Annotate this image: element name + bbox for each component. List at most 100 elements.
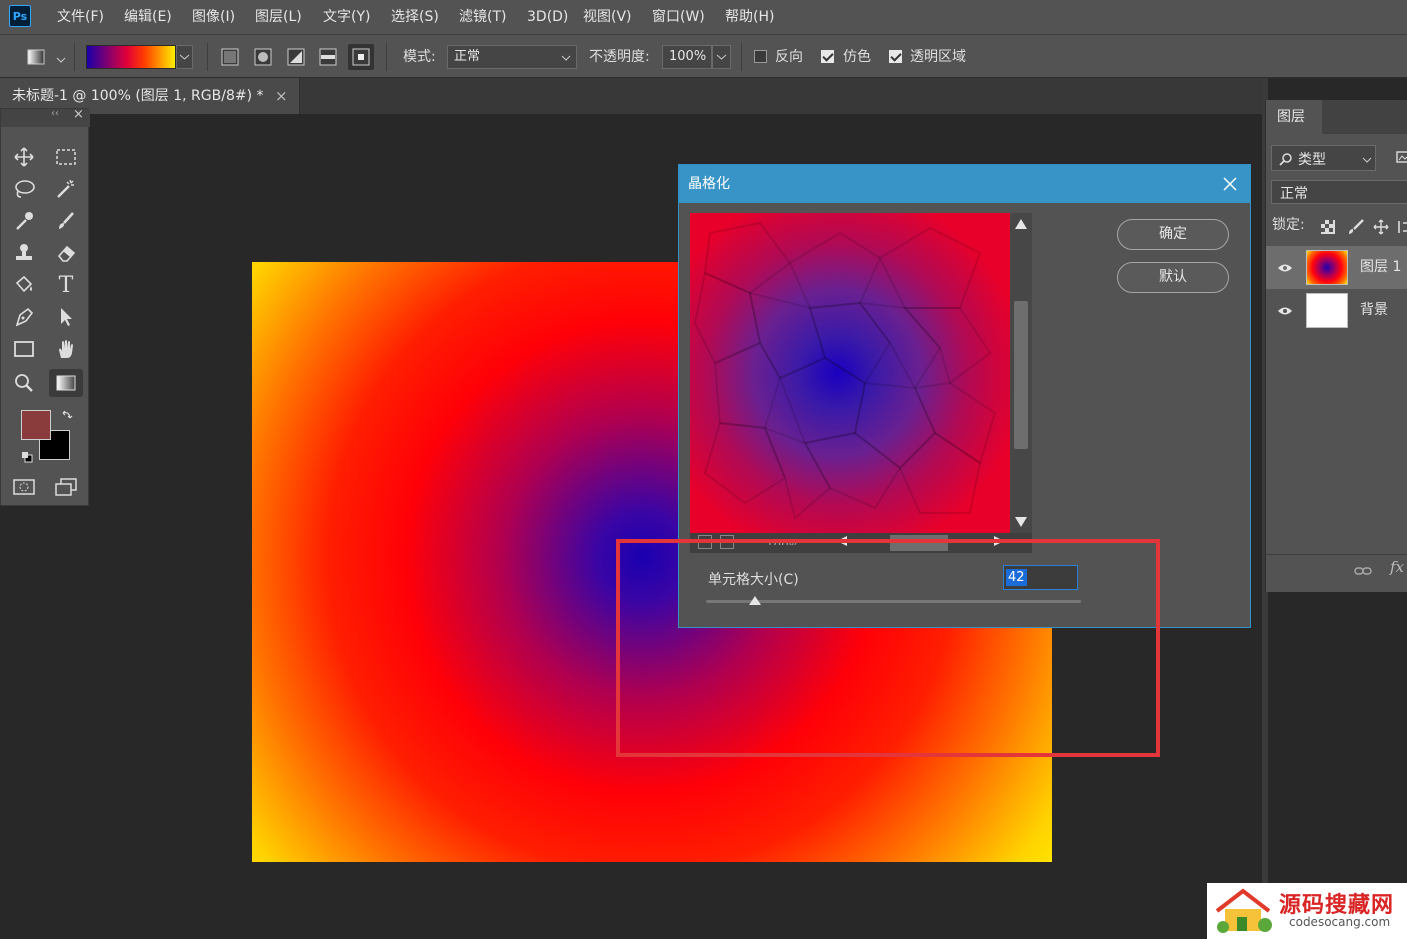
stamp-icon[interactable] <box>7 239 41 267</box>
gradient-dropdown[interactable] <box>176 45 193 69</box>
mode-select[interactable]: 正常 <box>447 45 577 69</box>
gradient-tool-preset-icon[interactable] <box>24 44 50 70</box>
gradient-picker[interactable] <box>86 45 176 69</box>
opacity-dropdown[interactable] <box>712 45 731 69</box>
dialog-titlebar[interactable]: 晶格化 <box>679 165 1250 203</box>
menu-help[interactable]: 帮助(H) <box>725 0 774 34</box>
menu-bar: Ps 文件(F) 编辑(E) 图像(I) 图层(L) 文字(Y) 选择(S) 滤… <box>0 0 1407 34</box>
hand-icon[interactable] <box>49 335 83 363</box>
watermark-url: codesocang.com <box>1289 915 1391 929</box>
layer-row-layer1[interactable]: 图层 1 <box>1266 246 1407 289</box>
link-layers-icon[interactable] <box>1354 564 1372 580</box>
linear-gradient-icon[interactable] <box>217 44 243 70</box>
scroll-up-icon <box>1015 219 1027 229</box>
brush-icon[interactable] <box>49 207 83 235</box>
menu-window[interactable]: 窗口(W) <box>652 0 705 34</box>
visibility-eye-icon[interactable] <box>1276 289 1294 332</box>
transparency-checkbox[interactable] <box>889 50 902 63</box>
document-tab-title: 未标题-1 @ 100% (图层 1, RGB/8#) * <box>12 88 264 104</box>
divider <box>1266 554 1407 555</box>
fx-icon[interactable]: fx <box>1390 558 1404 576</box>
path-select-icon[interactable] <box>49 303 83 331</box>
gradient-icon[interactable] <box>49 369 83 397</box>
menu-3d[interactable]: 3D(D) <box>527 0 568 34</box>
menu-view[interactable]: 视图(V) <box>583 0 632 34</box>
pen-icon[interactable] <box>7 303 41 331</box>
lock-transparent-icon[interactable] <box>1321 220 1335 238</box>
default-button[interactable]: 默认 <box>1117 262 1229 293</box>
menu-layer[interactable]: 图层(L) <box>255 0 302 34</box>
eyedropper-icon[interactable] <box>7 207 41 235</box>
lock-artboard-icon[interactable] <box>1397 219 1407 239</box>
eraser-icon[interactable] <box>49 239 83 267</box>
paint-bucket-icon[interactable] <box>7 271 41 299</box>
screen-mode-icon[interactable] <box>49 473 83 501</box>
zoom-icon[interactable] <box>7 369 41 397</box>
layer-blend-mode-select[interactable]: 正常 <box>1271 180 1407 204</box>
layer-thumbnail[interactable] <box>1306 293 1348 328</box>
layers-panel: 图层 类型 正常 锁定: 图层 1 背景 fx <box>1265 100 1407 592</box>
close-tab-icon[interactable]: × <box>275 78 288 114</box>
dither-label: 仿色 <box>843 49 871 65</box>
layer-blend-mode-value: 正常 <box>1280 186 1308 202</box>
chevron-down-icon <box>561 55 571 61</box>
separator <box>386 43 387 71</box>
type-icon[interactable]: T <box>49 271 83 299</box>
highlight-box <box>616 539 1160 757</box>
tools-panel-header[interactable]: ‹‹ × <box>1 107 90 127</box>
layer-row-background[interactable]: 背景 <box>1266 289 1407 332</box>
visibility-eye-icon[interactable] <box>1276 246 1294 289</box>
swap-colors-icon[interactable] <box>61 409 73 425</box>
angle-gradient-icon[interactable] <box>283 44 309 70</box>
reverse-checkbox[interactable] <box>754 50 767 63</box>
document-tab-bar: 未标题-1 @ 100% (图层 1, RGB/8#) * × <box>0 78 1262 114</box>
ok-button[interactable]: 确定 <box>1117 219 1229 250</box>
image-filter-icon[interactable] <box>1396 150 1407 168</box>
tab-layers[interactable]: 图层 <box>1266 100 1322 134</box>
menu-edit[interactable]: 编辑(E) <box>124 0 172 34</box>
menu-type[interactable]: 文字(Y) <box>323 0 370 34</box>
menu-image[interactable]: 图像(I) <box>192 0 235 34</box>
radial-gradient-icon[interactable] <box>250 44 276 70</box>
dither-checkbox[interactable] <box>821 50 834 63</box>
preview-scrollbar[interactable] <box>1010 213 1032 533</box>
layer-filter-label: 类型 <box>1298 152 1326 168</box>
photoshop-logo[interactable]: Ps <box>9 5 31 27</box>
rectangle-icon[interactable] <box>7 335 41 363</box>
watermark: 源码搜藏网 codesocang.com <box>1207 883 1407 939</box>
move-icon[interactable] <box>7 143 41 171</box>
opacity-input[interactable]: 100% <box>662 45 712 69</box>
diamond-gradient-icon[interactable] <box>348 44 374 70</box>
menu-select[interactable]: 选择(S) <box>391 0 439 34</box>
quick-mask-icon[interactable] <box>7 473 41 501</box>
close-icon[interactable] <box>1220 165 1240 203</box>
opacity-label: 不透明度: <box>589 49 650 65</box>
lock-label: 锁定: <box>1272 217 1305 233</box>
magic-wand-icon[interactable] <box>49 175 83 203</box>
foreground-color-swatch-top[interactable] <box>21 410 51 440</box>
close-icon[interactable]: × <box>73 107 84 122</box>
separator <box>207 43 208 71</box>
default-colors-icon[interactable] <box>21 451 33 467</box>
lock-pixels-icon[interactable] <box>1348 219 1364 239</box>
house-logo-icon <box>1215 888 1272 933</box>
reverse-label: 反向 <box>775 49 803 65</box>
dialog-title: 晶格化 <box>688 176 730 192</box>
menu-filter[interactable]: 滤镜(T) <box>459 0 506 34</box>
layer-name[interactable]: 图层 1 <box>1360 246 1401 289</box>
reflected-gradient-icon[interactable] <box>315 44 341 70</box>
lock-position-icon[interactable] <box>1373 219 1389 239</box>
chevron-down-icon[interactable] <box>56 52 66 68</box>
layer-name[interactable]: 背景 <box>1360 289 1388 332</box>
collapse-icon[interactable]: ‹‹ <box>51 108 59 119</box>
filter-preview[interactable] <box>690 213 1010 533</box>
lasso-icon[interactable] <box>7 175 41 203</box>
layer-filter-select[interactable]: 类型 <box>1271 145 1376 171</box>
marquee-icon[interactable] <box>49 143 83 171</box>
separator <box>74 43 75 71</box>
layer-thumbnail[interactable] <box>1306 250 1348 285</box>
mode-label: 模式: <box>403 49 436 65</box>
scrollbar-thumb[interactable] <box>1014 301 1028 449</box>
search-icon <box>1279 153 1292 166</box>
menu-file[interactable]: 文件(F) <box>57 0 104 34</box>
